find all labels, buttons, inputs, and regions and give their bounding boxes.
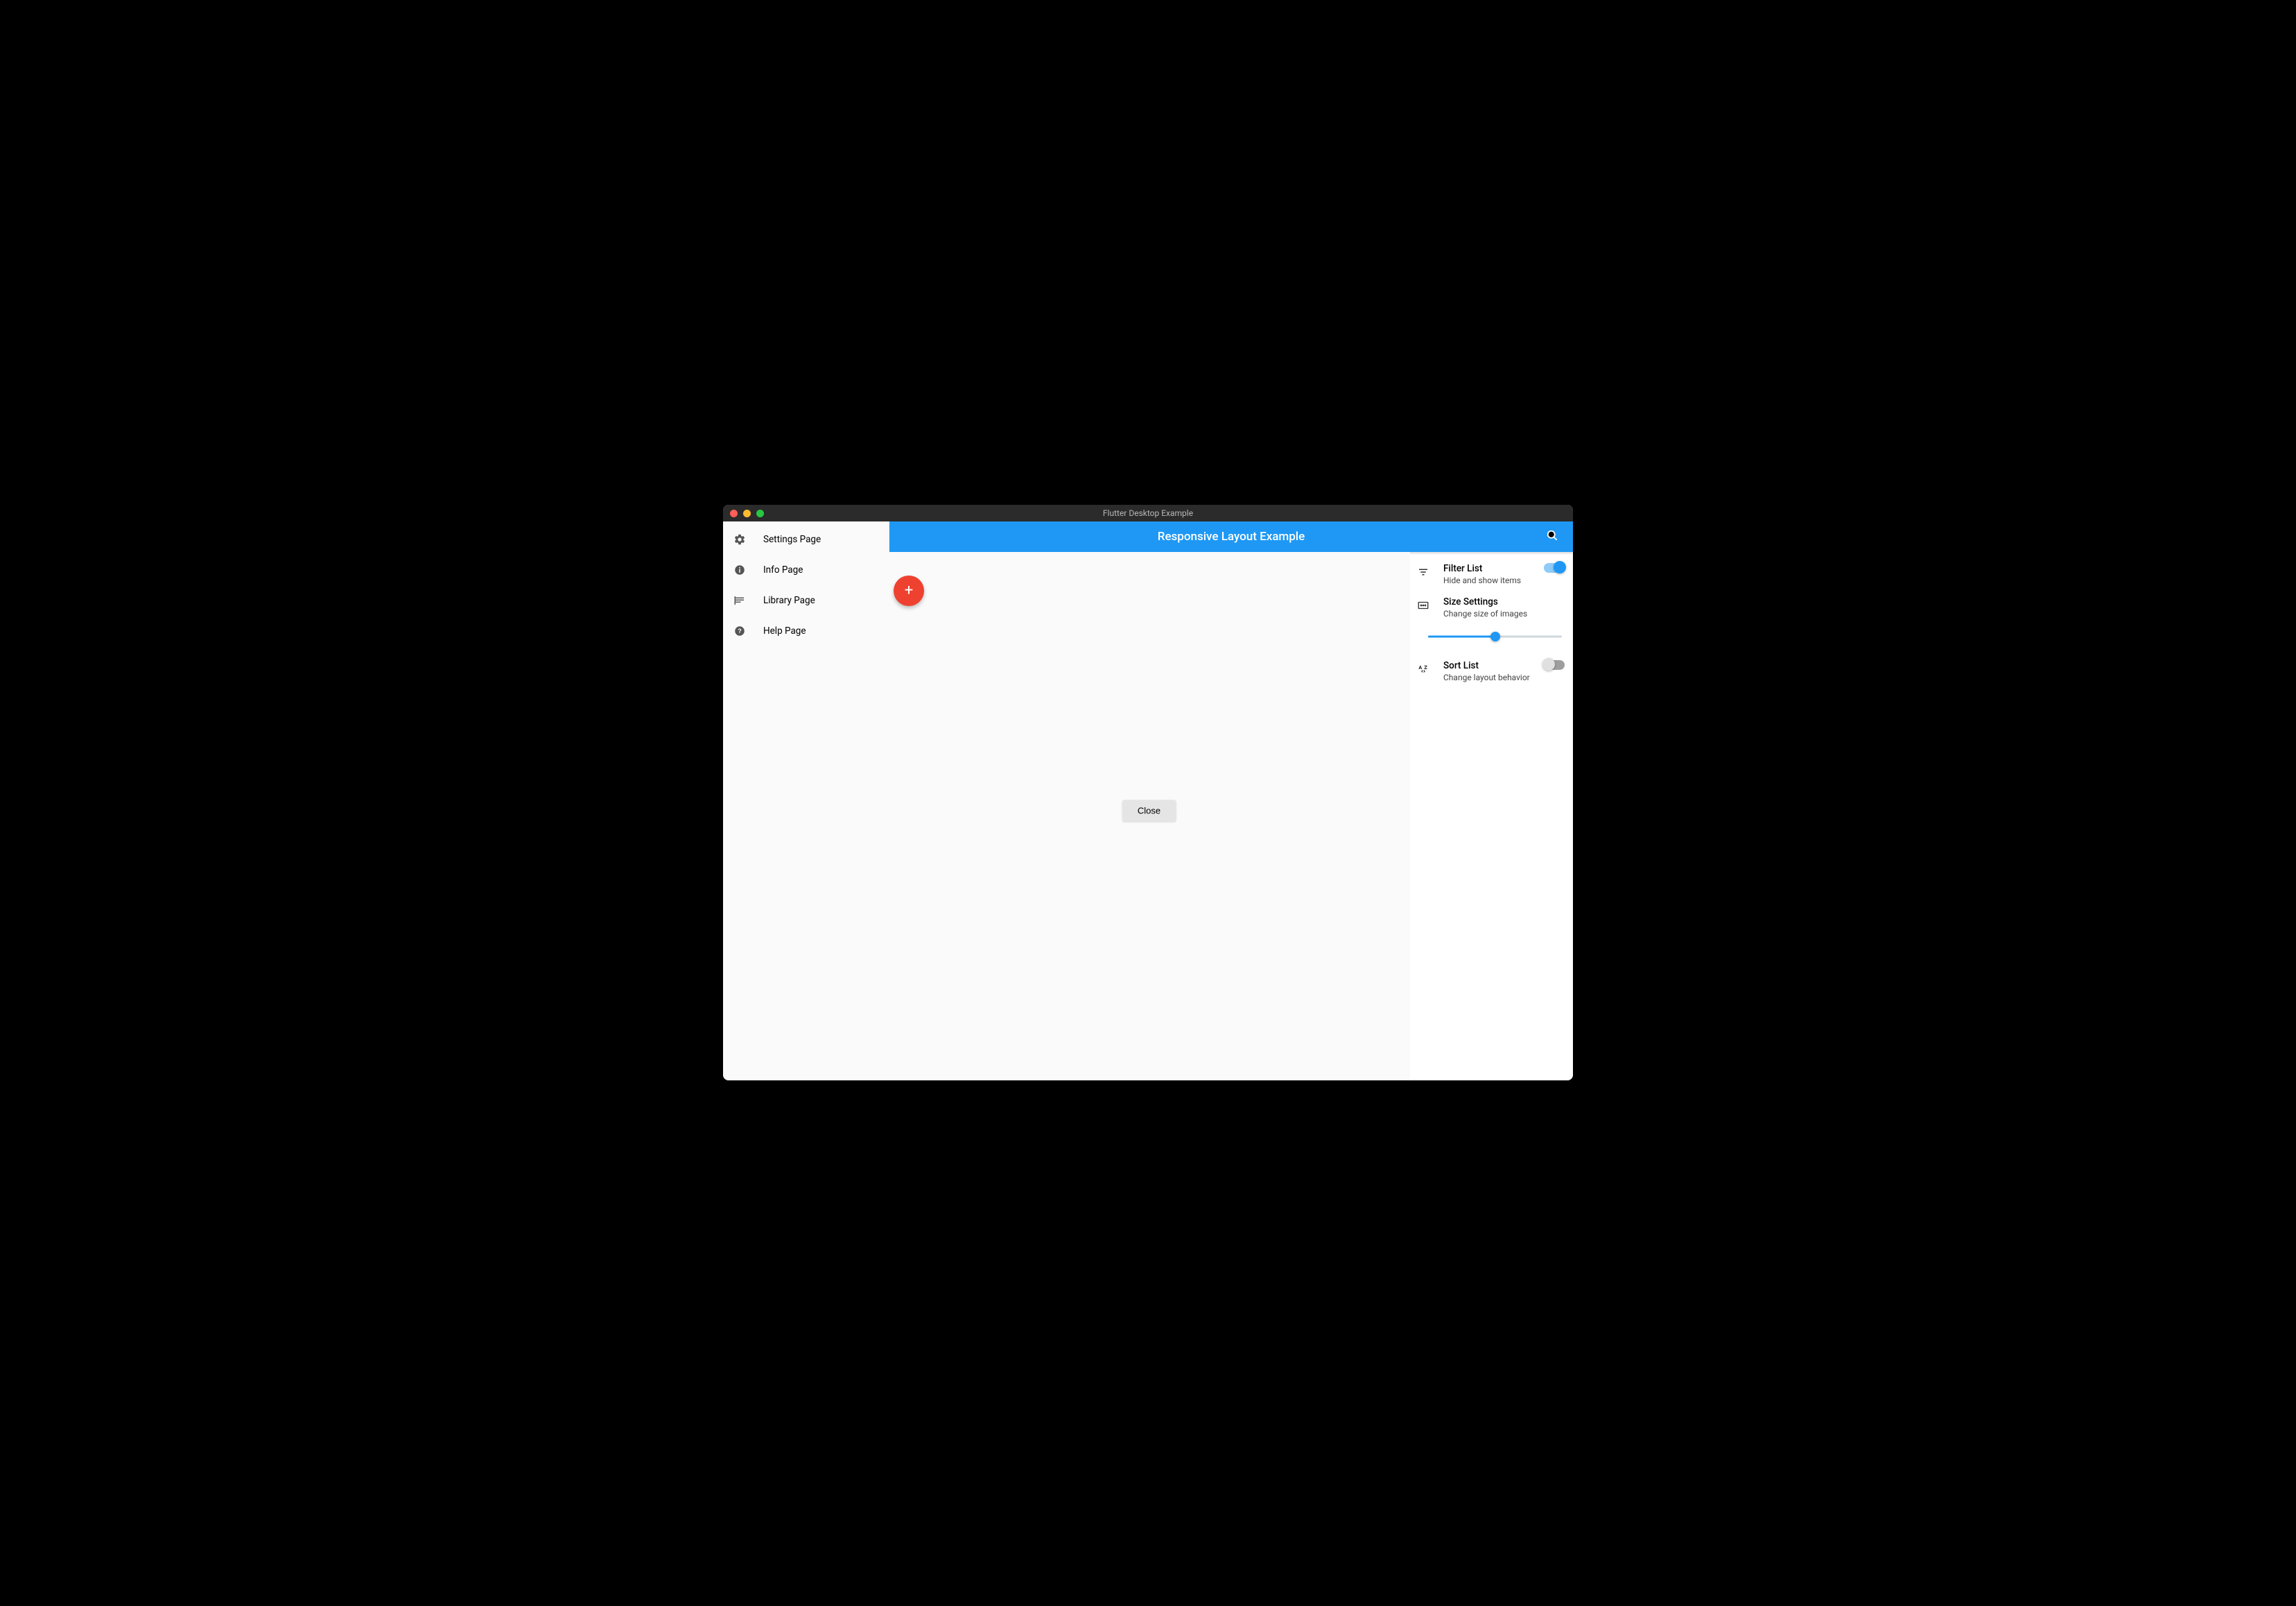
aspect-ratio-icon xyxy=(1416,598,1431,613)
sidebar-item-label: Library Page xyxy=(763,595,815,606)
gear-icon xyxy=(733,533,747,546)
sidebar-item-settings[interactable]: Settings Page xyxy=(723,524,888,555)
panel-item-subtitle: Change size of images xyxy=(1443,609,1565,619)
window-title: Flutter Desktop Example xyxy=(723,508,1573,518)
panel-item-size: Size Settings Change size of images xyxy=(1410,591,1573,624)
library-icon xyxy=(733,594,747,607)
fab-add-button[interactable]: + xyxy=(894,576,924,606)
panel-item-subtitle: Change layout behavior xyxy=(1443,673,1531,682)
sort-toggle[interactable] xyxy=(1544,660,1565,670)
main-canvas: + Close xyxy=(888,552,1410,1080)
panel-item-title: Sort List xyxy=(1443,660,1531,671)
search-button[interactable] xyxy=(1540,521,1565,552)
info-icon xyxy=(733,563,747,577)
panel-item-sort: Sort List Change layout behavior xyxy=(1410,655,1573,688)
filter-toggle[interactable] xyxy=(1544,563,1565,573)
traffic-lights xyxy=(723,510,764,517)
panel-item-title: Filter List xyxy=(1443,563,1531,574)
panel-item-subtitle: Hide and show items xyxy=(1443,576,1531,585)
sidebar-item-label: Settings Page xyxy=(763,534,821,545)
panel-item-title: Size Settings xyxy=(1443,596,1565,607)
size-slider[interactable] xyxy=(1428,631,1562,642)
filter-icon xyxy=(1416,564,1431,580)
sort-alpha-icon xyxy=(1416,662,1431,677)
search-icon xyxy=(1545,528,1559,545)
sidebar-item-label: Info Page xyxy=(763,564,803,576)
app-bar: Responsive Layout Example xyxy=(889,521,1573,552)
maximize-window-button[interactable] xyxy=(756,510,764,517)
help-icon: ? xyxy=(733,624,747,638)
sidebar-item-help[interactable]: ? Help Page xyxy=(723,616,888,646)
sidebar-item-info[interactable]: Info Page xyxy=(723,555,888,585)
right-panel: Filter List Hide and show items xyxy=(1410,552,1573,1080)
application-window: Flutter Desktop Example Settings Page In… xyxy=(723,505,1573,1080)
close-window-button[interactable] xyxy=(730,510,738,517)
titlebar: Flutter Desktop Example xyxy=(723,505,1573,521)
minimize-window-button[interactable] xyxy=(743,510,751,517)
panel-item-filter: Filter List Hide and show items xyxy=(1410,558,1573,591)
plus-icon: + xyxy=(905,583,913,598)
sidebar-item-label: Help Page xyxy=(763,625,806,637)
sidebar: Settings Page Info Page Library Page xyxy=(723,521,888,1080)
svg-text:?: ? xyxy=(738,628,742,634)
close-button[interactable]: Close xyxy=(1122,800,1176,822)
sidebar-item-library[interactable]: Library Page xyxy=(723,585,888,616)
page-title: Responsive Layout Example xyxy=(1158,530,1305,544)
